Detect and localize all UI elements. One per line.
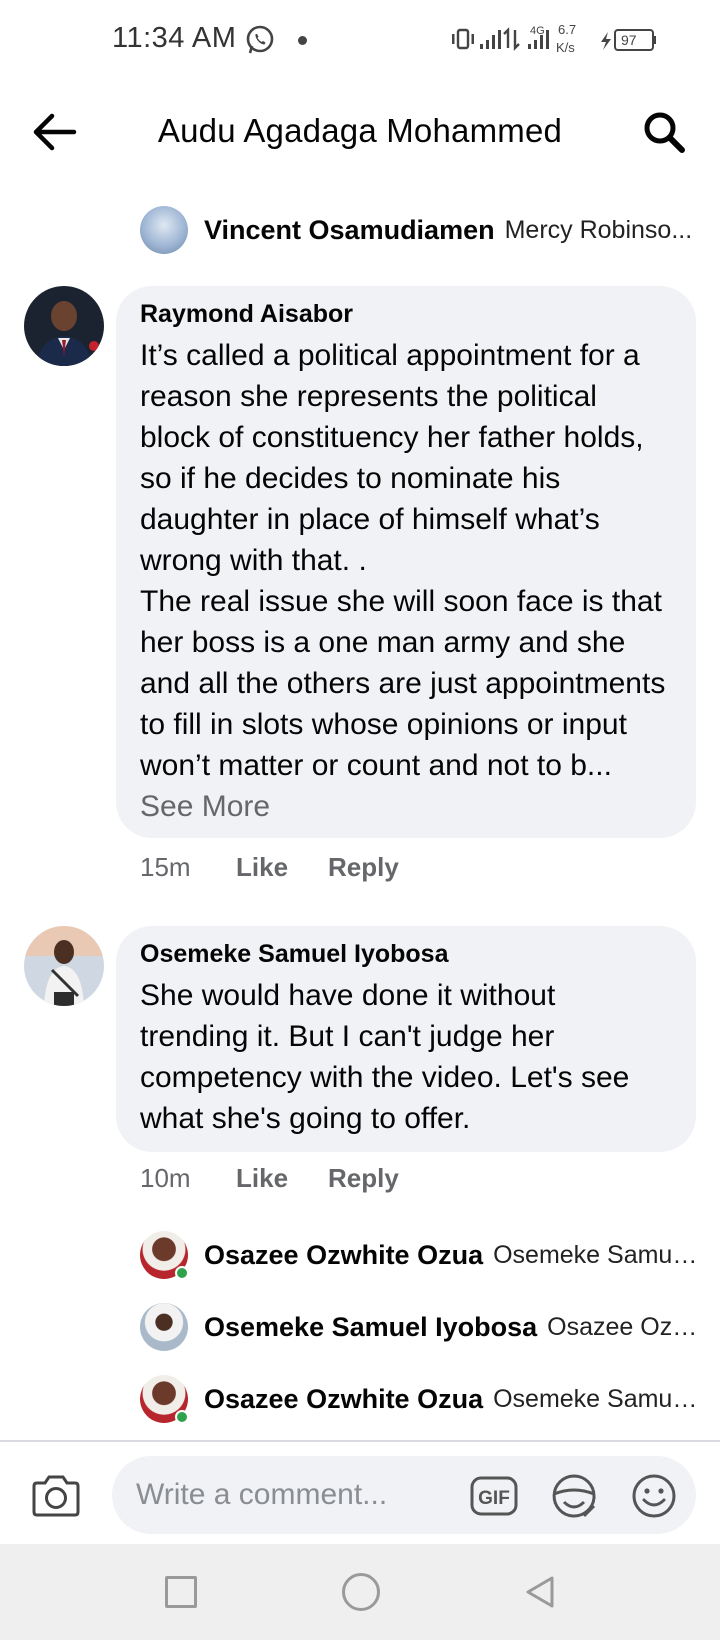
- comment-actions: 15m Like Reply: [140, 852, 399, 883]
- comment-body: She would have done it without trending …: [140, 979, 630, 1135]
- comment-actions: 10m Like Reply: [140, 1163, 399, 1194]
- avatar[interactable]: [140, 1303, 188, 1351]
- page-title: Audu Agadaga Mohammed: [157, 112, 563, 149]
- comment-bubble[interactable]: Raymond Aisabor It’s called a political …: [116, 286, 696, 838]
- avatar-image: [24, 926, 104, 1006]
- reply-preview[interactable]: Osazee Ozwhite Ozua Osemeke Samue...: [140, 1374, 700, 1424]
- comment-composer: Write a comment... GIF: [0, 1440, 720, 1544]
- avatar[interactable]: [140, 1231, 189, 1280]
- comment-author[interactable]: Raymond Aisabor: [140, 300, 672, 329]
- comment-input[interactable]: Write a comment... GIF: [112, 1456, 696, 1534]
- like-button[interactable]: Like: [236, 852, 328, 883]
- data-arrows-icon: [503, 27, 520, 51]
- reply-preview[interactable]: Osazee Ozwhite Ozua Osemeke Samue...: [140, 1230, 700, 1280]
- avatar[interactable]: [140, 206, 188, 254]
- reply-snippet: Mercy Robinso...: [504, 215, 693, 244]
- gif-label: GIF: [478, 1488, 510, 1509]
- reply-preview[interactable]: Vincent Osamudiamen Mercy Robinso...: [140, 205, 700, 255]
- comment-time: 10m: [140, 1163, 191, 1193]
- reply-button[interactable]: Reply: [328, 1163, 399, 1194]
- battery-icon: 97: [614, 29, 656, 51]
- comment-bubble[interactable]: Osemeke Samuel Iyobosa She would have do…: [116, 926, 696, 1152]
- avatar-image: [24, 286, 104, 366]
- comment-text: It’s called a political appointment for …: [140, 335, 672, 827]
- reply-author[interactable]: Vincent Osamudiamen: [204, 215, 495, 246]
- camera-icon[interactable]: [30, 1474, 82, 1518]
- battery-level: 97: [621, 32, 637, 48]
- online-status-icon: [175, 1266, 189, 1280]
- search-icon[interactable]: [640, 108, 688, 156]
- avatar[interactable]: [24, 286, 104, 366]
- see-more-link[interactable]: See More: [140, 790, 270, 823]
- system-status-icons: 4G 6.7 K/s 97: [452, 22, 656, 55]
- app-header: Audu Agadaga Mohammed: [0, 82, 720, 182]
- avatar[interactable]: [140, 1375, 189, 1424]
- home-icon[interactable]: [342, 1573, 380, 1611]
- notification-dot-icon: [298, 36, 307, 45]
- charging-icon: [601, 32, 611, 50]
- sticker-icon[interactable]: [550, 1472, 598, 1520]
- reply-button[interactable]: Reply: [328, 852, 399, 883]
- gif-icon[interactable]: GIF: [470, 1474, 518, 1518]
- reply-preview[interactable]: Osemeke Samuel Iyobosa Osazee Ozw...: [140, 1302, 700, 1352]
- comment-placeholder: Write a comment...: [136, 1478, 388, 1511]
- emoji-icon[interactable]: [630, 1472, 678, 1520]
- reply-author[interactable]: Osemeke Samuel Iyobosa: [204, 1312, 537, 1343]
- like-button[interactable]: Like: [236, 1163, 328, 1194]
- online-status-icon: [175, 1410, 189, 1424]
- reply-author[interactable]: Osazee Ozwhite Ozua: [204, 1240, 483, 1271]
- status-time: 11:34 AM: [112, 22, 237, 54]
- signal-icon: [480, 30, 501, 49]
- reply-snippet: Osemeke Samue...: [493, 1240, 700, 1269]
- net-speed-value: 6.7: [558, 22, 576, 37]
- status-bar: 11:34 AM 4G 6.7 K/s 97: [0, 0, 720, 82]
- net-speed-unit: K/s: [556, 40, 575, 55]
- avatar[interactable]: [24, 926, 104, 1006]
- system-nav-bar: [0, 1544, 720, 1640]
- reply-author[interactable]: Osazee Ozwhite Ozua: [204, 1384, 483, 1415]
- comment-body: It’s called a political appointment for …: [140, 339, 666, 782]
- reply-snippet: Osemeke Samue...: [493, 1384, 700, 1413]
- comment-time: 15m: [140, 852, 191, 882]
- comment-author[interactable]: Osemeke Samuel Iyobosa: [140, 940, 672, 969]
- reply-snippet: Osazee Ozw...: [547, 1312, 700, 1341]
- nav-back-icon[interactable]: [520, 1572, 560, 1612]
- recents-icon[interactable]: [165, 1576, 197, 1608]
- whatsapp-icon: [246, 25, 274, 54]
- vibrate-icon: [452, 28, 474, 50]
